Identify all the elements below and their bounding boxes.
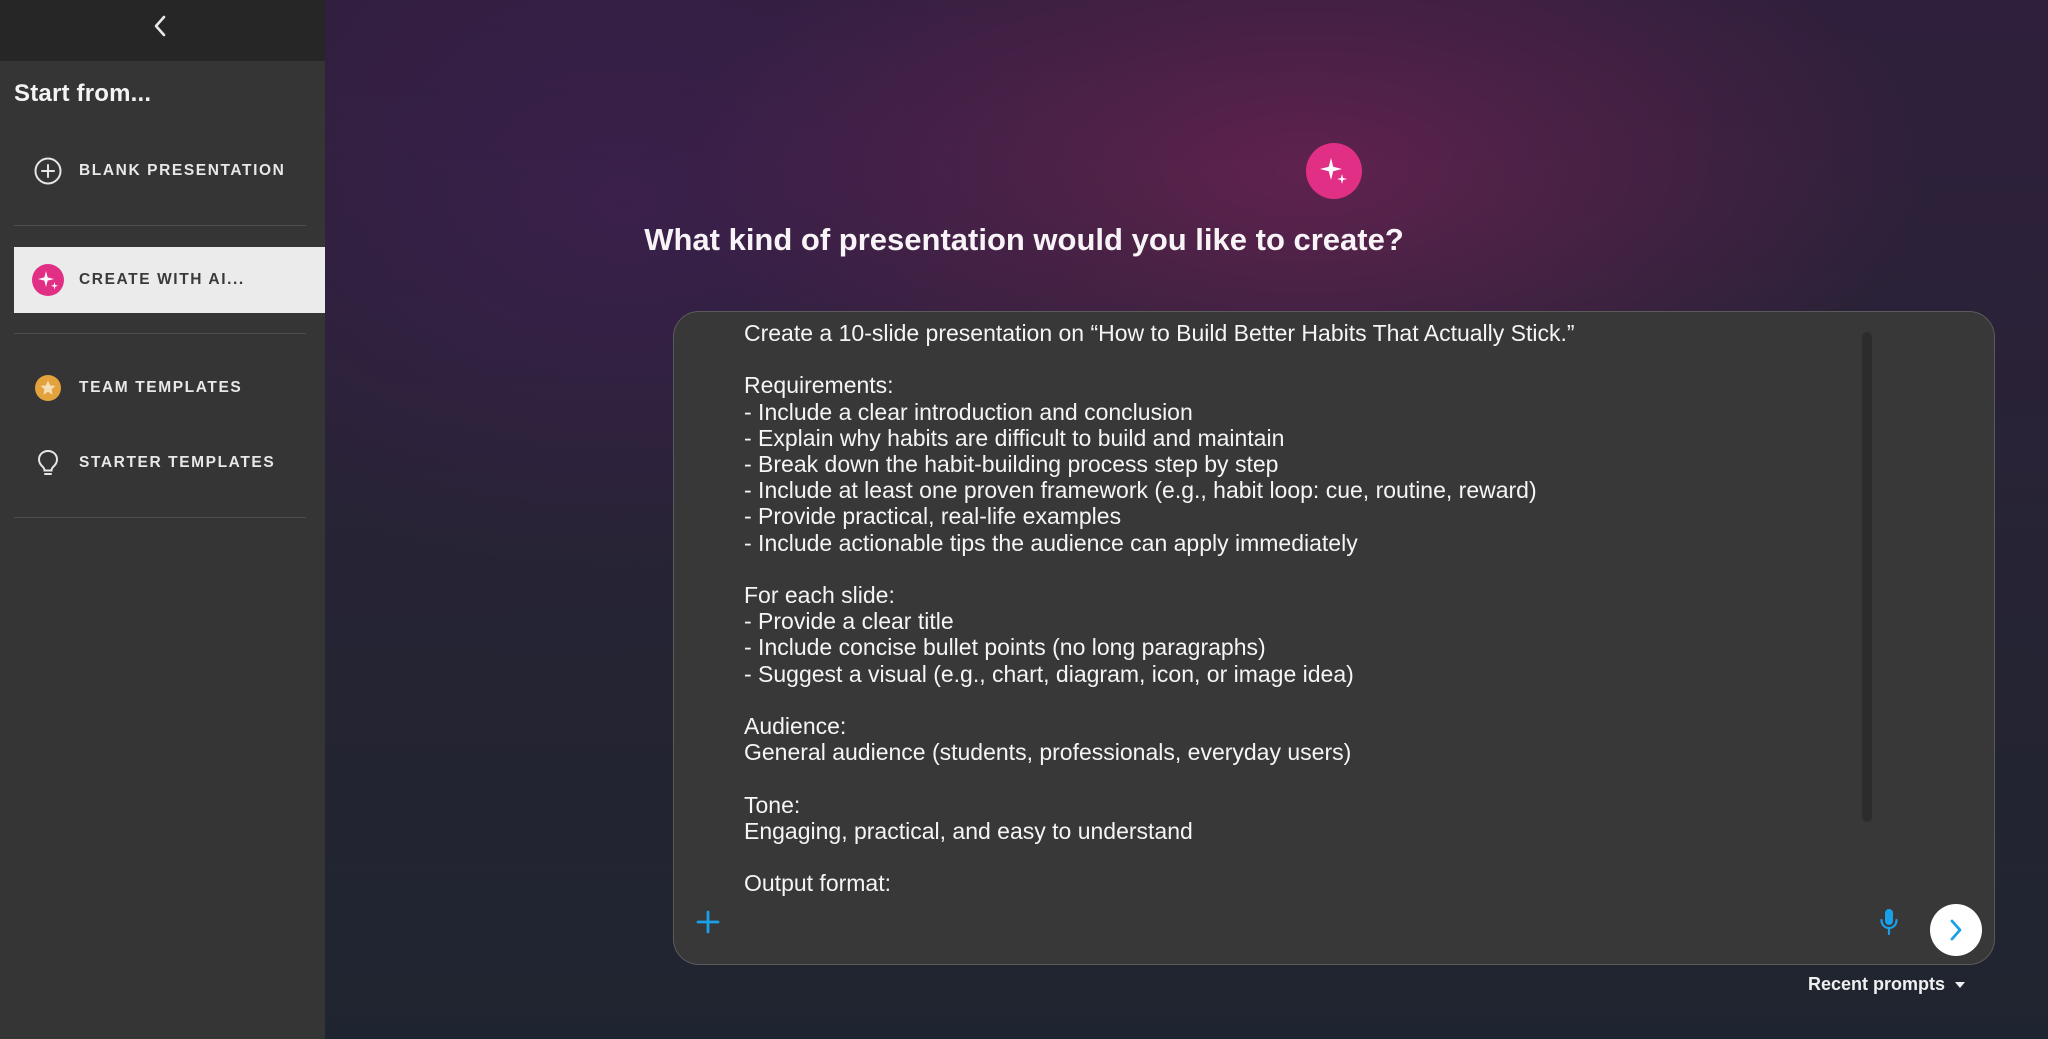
sidebar-header <box>0 0 325 61</box>
sidebar-item-blank-presentation[interactable]: BLANK PRESENTATION <box>14 138 325 204</box>
recent-prompts-dropdown[interactable]: Recent prompts <box>1808 974 1966 995</box>
caret-down-icon <box>1955 981 1966 988</box>
sidebar-heading: Start from... <box>14 80 152 107</box>
page-title: What kind of presentation would you like… <box>644 222 1404 257</box>
send-button[interactable] <box>1930 904 1982 956</box>
ai-sparkle-badge <box>1306 143 1362 199</box>
sidebar-divider <box>14 517 306 518</box>
microphone-button[interactable] <box>1874 906 1904 938</box>
sparkle-icon <box>1320 158 1347 184</box>
prompt-textarea[interactable]: Create a 10-slide presentation on “How t… <box>744 320 1914 904</box>
lightbulb-icon <box>31 446 65 480</box>
plus-circle-icon <box>31 154 65 188</box>
star-badge-icon <box>31 371 65 405</box>
chevron-right-icon <box>1950 919 1962 941</box>
microphone-icon <box>1880 909 1898 936</box>
sidebar-item-label: BLANK PRESENTATION <box>79 162 286 179</box>
scrollbar[interactable] <box>1862 332 1872 822</box>
chevron-left-icon <box>154 15 166 37</box>
sidebar-item-label: CREATE WITH AI... <box>79 271 245 288</box>
prompt-box: Create a 10-slide presentation on “How t… <box>673 311 1995 965</box>
plus-icon <box>696 910 720 934</box>
back-button[interactable] <box>150 14 170 38</box>
add-attachment-button[interactable] <box>692 906 724 938</box>
sidebar-divider <box>14 333 306 334</box>
sidebar-item-label: TEAM TEMPLATES <box>79 379 243 396</box>
recent-prompts-label: Recent prompts <box>1808 974 1946 994</box>
sidebar-item-label: STARTER TEMPLATES <box>79 454 276 471</box>
sidebar: Start from... BLANK PRESENTATION CREATE … <box>0 0 325 1039</box>
sidebar-item-team-templates[interactable]: TEAM TEMPLATES <box>14 355 325 421</box>
sparkle-icon <box>31 263 65 297</box>
sidebar-item-starter-templates[interactable]: STARTER TEMPLATES <box>14 430 325 496</box>
